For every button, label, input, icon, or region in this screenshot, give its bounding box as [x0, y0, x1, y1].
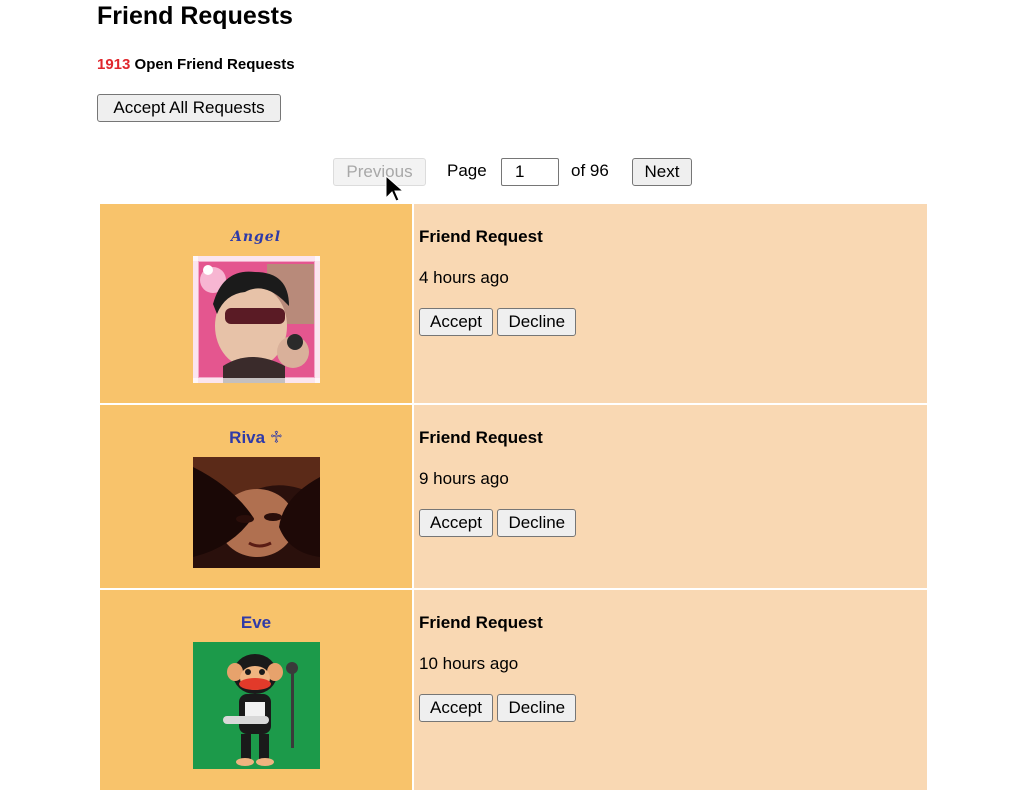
- open-requests-count: 1913 Open Friend Requests: [97, 56, 295, 74]
- requester-name-link[interactable]: Riva ♱: [100, 428, 412, 448]
- accept-button[interactable]: Accept: [419, 694, 493, 722]
- request-actions: Accept Decline: [419, 308, 927, 336]
- pagination: Previous Page of 96 Next: [0, 158, 1016, 187]
- accept-button[interactable]: Accept: [419, 308, 493, 336]
- requester-name-link[interactable]: Eve: [100, 613, 412, 633]
- previous-page-button[interactable]: Previous: [333, 158, 426, 186]
- request-title: Friend Request: [419, 428, 543, 447]
- next-page-button[interactable]: Next: [632, 158, 692, 186]
- decline-button[interactable]: Decline: [497, 509, 577, 537]
- friend-request-row: Angel Friend Request 4 hours ago Accept …: [98, 202, 929, 405]
- request-details-cell: Friend Request 10 hours ago Accept Decli…: [412, 588, 929, 792]
- request-title: Friend Request: [419, 613, 543, 632]
- requester-name-link[interactable]: Angel: [100, 227, 412, 247]
- requester-cell: Angel: [98, 202, 414, 405]
- decline-button[interactable]: Decline: [497, 308, 577, 336]
- friend-requests-table: Angel Friend Request 4 hours ago Accept …: [98, 202, 929, 792]
- request-details-cell: Friend Request 9 hours ago Accept Declin…: [412, 403, 929, 590]
- friend-request-row: Eve Friend Request 10 hours ago Accept D…: [98, 588, 929, 792]
- requester-avatar[interactable]: [192, 457, 320, 568]
- accept-all-button[interactable]: Accept All Requests: [97, 94, 281, 122]
- open-requests-label: Open Friend Requests: [130, 56, 295, 73]
- mouse-cursor-icon: [385, 174, 405, 202]
- requester-cell: Riva ♱: [98, 403, 414, 590]
- request-timestamp: 4 hours ago: [419, 268, 509, 287]
- requester-avatar[interactable]: [192, 256, 320, 383]
- page-title: Friend Requests: [97, 2, 293, 30]
- request-timestamp: 10 hours ago: [419, 654, 519, 673]
- open-requests-number: 1913: [97, 56, 131, 73]
- request-details-cell: Friend Request 4 hours ago Accept Declin…: [412, 202, 929, 405]
- requester-avatar[interactable]: [192, 642, 320, 769]
- page-label: Page: [447, 161, 487, 180]
- accept-button[interactable]: Accept: [419, 509, 493, 537]
- decline-button[interactable]: Decline: [497, 694, 577, 722]
- friend-request-row: Riva ♱ Friend Request 9 hours ago Accept…: [98, 403, 929, 590]
- page-total-label: of 96: [571, 161, 609, 180]
- page-number-input[interactable]: [501, 158, 559, 186]
- request-actions: Accept Decline: [419, 694, 927, 722]
- request-title: Friend Request: [419, 227, 543, 246]
- request-timestamp: 9 hours ago: [419, 469, 509, 488]
- requester-cell: Eve: [98, 588, 414, 792]
- request-actions: Accept Decline: [419, 509, 927, 537]
